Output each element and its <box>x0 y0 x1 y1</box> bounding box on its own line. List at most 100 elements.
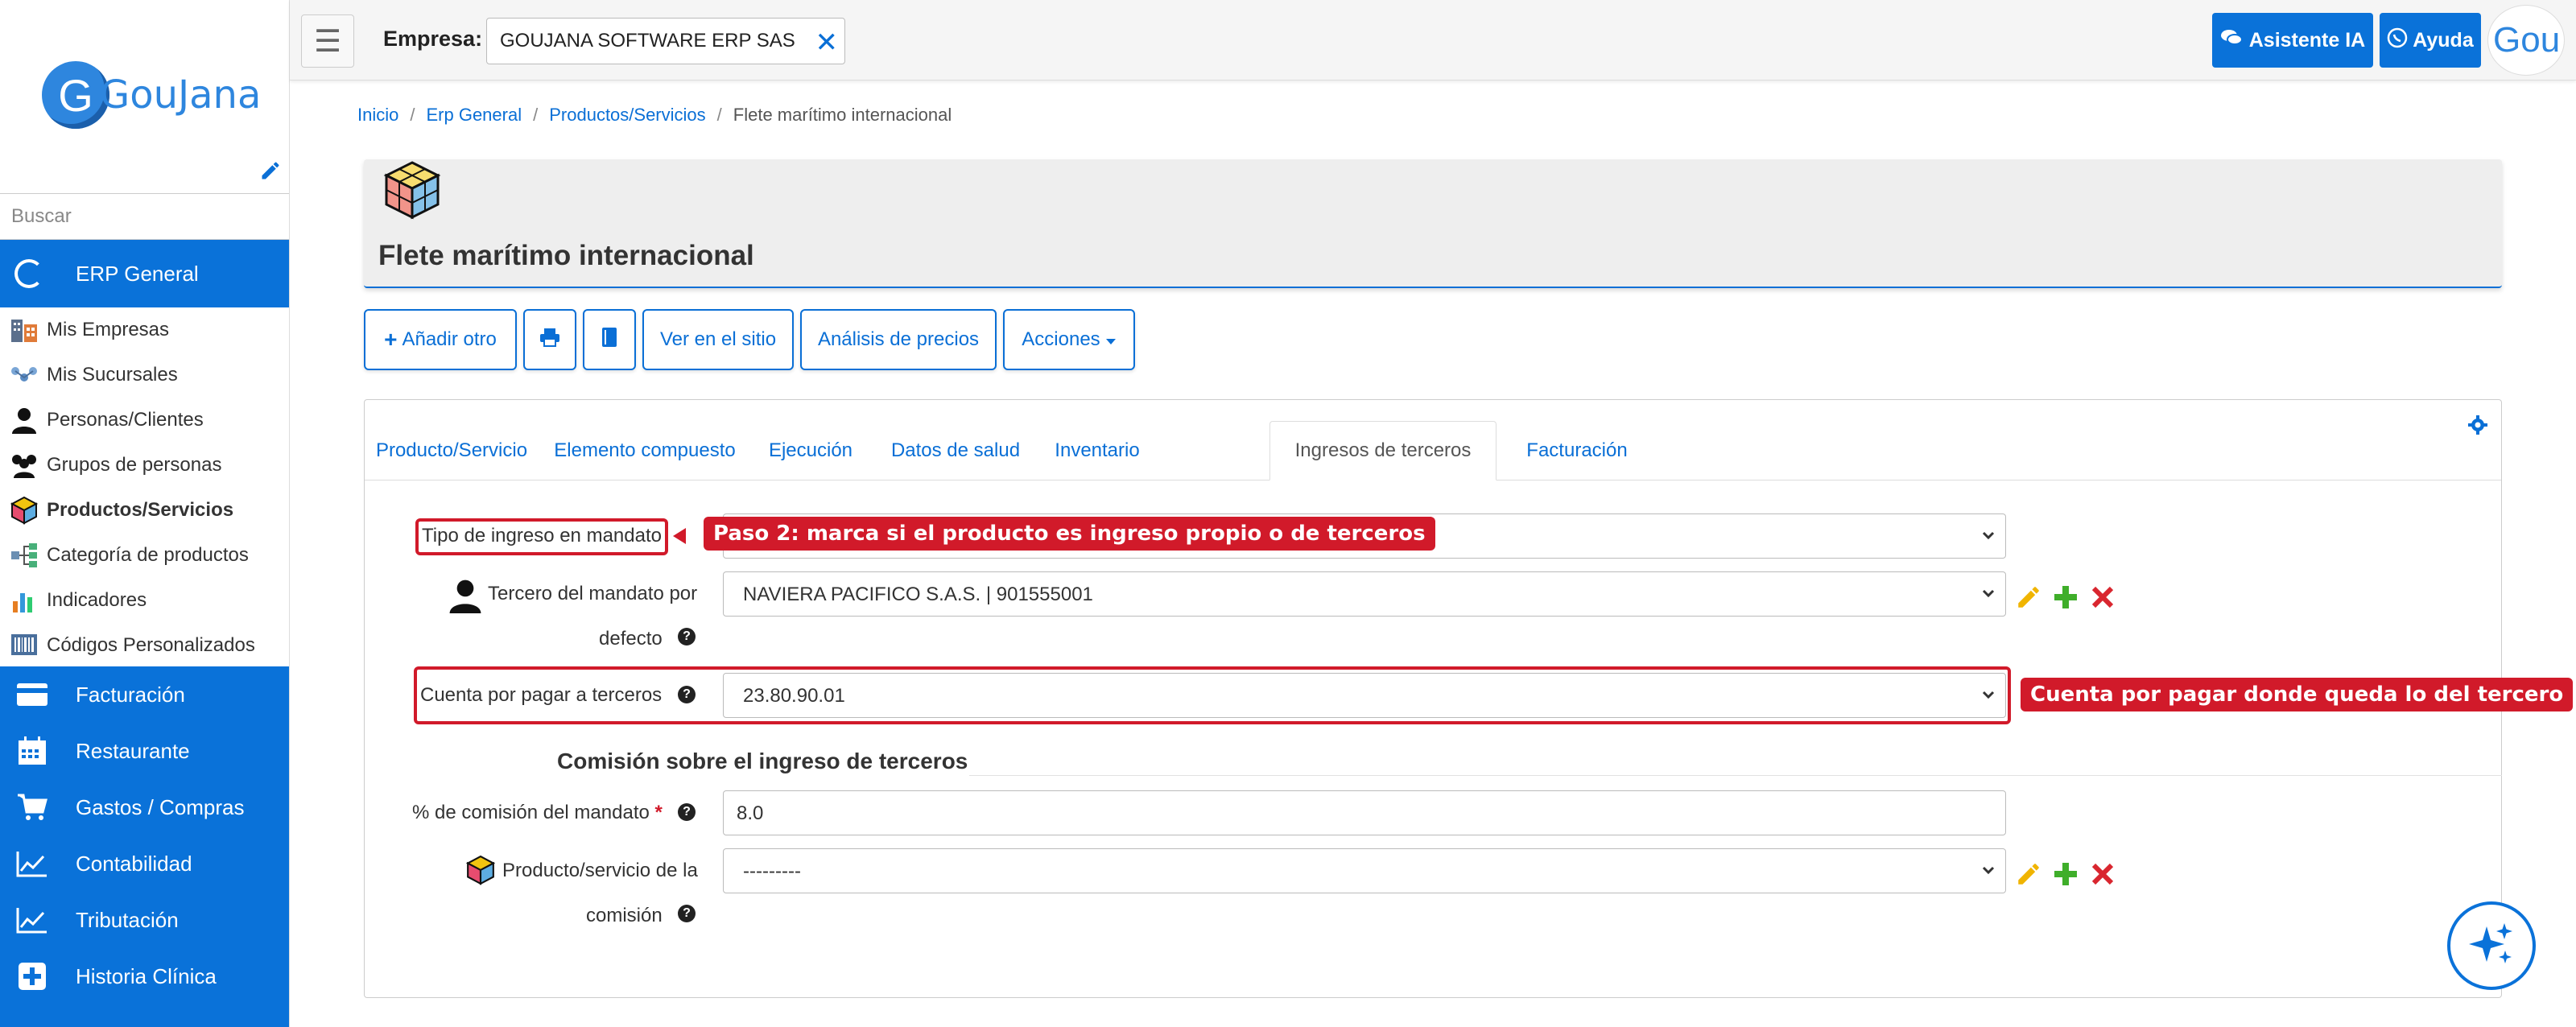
edit-pencil-icon[interactable] <box>2013 858 2045 890</box>
tab-producto-servicio[interactable]: Producto/Servicio <box>373 421 530 481</box>
gear-icon[interactable] <box>2467 415 2488 441</box>
empresa-value: GOUJANA SOFTWARE ERP SAS <box>500 30 795 52</box>
tab-facturacion[interactable]: Facturación <box>1508 421 1646 481</box>
action-bar: + Añadir otro Ver en el sitio Análisis d… <box>364 309 1141 370</box>
add-plus-icon[interactable] <box>2050 581 2082 613</box>
sidebar-item-personas[interactable]: Personas/Clientes <box>0 398 289 443</box>
sidebar-item-label: Categoría de productos <box>47 544 249 566</box>
sidebar-module-label: Restaurante <box>76 738 190 763</box>
tab-elemento-compuesto[interactable]: Elemento compuesto <box>542 421 748 481</box>
sidebar-item-label: Personas/Clientes <box>47 409 204 431</box>
bar-chart-icon <box>8 584 40 617</box>
page-header: Flete marítimo internacional <box>364 159 2502 288</box>
add-another-button[interactable]: + Añadir otro <box>364 309 517 370</box>
avatar[interactable]: Gou <box>2487 5 2565 76</box>
breadcrumb-separator: / <box>716 105 722 125</box>
sparkles-icon <box>2466 918 2517 974</box>
topbar: ☰ Empresa: GOUJANA SOFTWARE ERP SAS ✕ As… <box>290 0 2576 80</box>
tercero-label-line1: Tercero del mandato por <box>488 583 698 604</box>
breadcrumb-link-productos[interactable]: Productos/Servicios <box>549 105 705 125</box>
ayuda-button[interactable]: Ayuda <box>2380 13 2481 68</box>
close-icon[interactable]: ✕ <box>815 27 839 59</box>
sidebar-module-historia[interactable]: Historia Clínica <box>0 948 289 1004</box>
delete-x-icon[interactable] <box>2087 858 2119 890</box>
cuenta-label: Cuenta por pagar a terceros <box>420 684 663 706</box>
sidebar-item-categoria[interactable]: Categoría de productos <box>0 533 289 578</box>
help-icon[interactable]: ? <box>678 686 696 703</box>
callout-cuenta: Cuenta por pagar donde queda lo del terc… <box>2021 678 2574 711</box>
book-button[interactable] <box>583 309 636 370</box>
print-button[interactable] <box>523 309 576 370</box>
comision-input[interactable]: 8.0 <box>723 790 2006 835</box>
plus-square-icon <box>14 959 50 994</box>
sidebar-item-mis-empresas[interactable]: Mis Empresas <box>0 307 289 353</box>
actions-dropdown-button[interactable]: Acciones <box>1003 309 1135 370</box>
sidebar-item-codigos[interactable]: Códigos Personalizados <box>0 623 289 668</box>
breadcrumb-link-inicio[interactable]: Inicio <box>357 105 398 125</box>
sidebar-module-contabilidad[interactable]: Contabilidad <box>0 835 289 892</box>
producto-comision-select[interactable]: --------- <box>723 848 2006 893</box>
tercero-row-actions <box>2013 581 2124 613</box>
add-plus-icon[interactable] <box>2050 858 2082 890</box>
sidebar-module-label: Facturación <box>76 682 185 707</box>
view-on-site-button[interactable]: Ver en el sitio <box>642 309 794 370</box>
chevron-down-icon <box>1981 584 1996 598</box>
line-chart-icon <box>14 902 50 938</box>
sidebar-module-label: ERP General <box>76 261 199 286</box>
breadcrumb-current: Flete marítimo internacional <box>733 105 952 125</box>
product-cube-icon <box>382 159 443 221</box>
card-icon <box>14 677 50 712</box>
delete-x-icon[interactable] <box>2087 581 2119 613</box>
sidebar-item-grupos[interactable]: Grupos de personas <box>0 443 289 488</box>
empresa-select[interactable]: GOUJANA SOFTWARE ERP SAS ✕ <box>486 18 845 64</box>
asistente-ia-button[interactable]: Asistente IA <box>2212 13 2373 68</box>
pencil-icon[interactable] <box>259 159 282 182</box>
help-icon[interactable]: ? <box>678 905 696 922</box>
sidebar-module-restaurante[interactable]: Restaurante <box>0 723 289 779</box>
sidebar-module-gastos[interactable]: Gastos / Compras <box>0 779 289 835</box>
sidebar-module-tributacion[interactable]: Tributación <box>0 892 289 948</box>
logo[interactable]: G GouJana <box>42 61 261 129</box>
plus-icon: + <box>384 327 398 352</box>
tercero-label-line2: defecto <box>599 628 663 650</box>
callout-paso-2: Paso 2: marca si el producto es ingreso … <box>704 517 1435 551</box>
sidebar-item-label: Mis Empresas <box>47 319 170 340</box>
sidebar-item-label: Códigos Personalizados <box>47 634 255 656</box>
tab-ingresos-terceros[interactable]: Ingresos de terceros <box>1269 421 1496 481</box>
asistente-ia-label: Asistente IA <box>2248 28 2366 52</box>
cuenta-select[interactable]: 23.80.90.01 <box>723 673 2006 718</box>
tree-icon <box>8 539 40 571</box>
hamburger-menu-button[interactable]: ☰ <box>301 14 354 68</box>
breadcrumb-link-erp[interactable]: Erp General <box>426 105 522 125</box>
ai-assistant-fab[interactable] <box>2447 901 2536 990</box>
tercero-select[interactable]: NAVIERA PACIFICO S.A.S. | 901555001 <box>723 571 2006 617</box>
sidebar-module-label: Contabilidad <box>76 851 192 876</box>
tercero-value: NAVIERA PACIFICO S.A.S. | 901555001 <box>743 584 1093 605</box>
tab-bar: Producto/Servicio Elemento compuesto Eje… <box>365 400 2501 481</box>
tab-ejecucion[interactable]: Ejecución <box>754 421 867 481</box>
ayuda-label: Ayuda <box>2413 28 2474 52</box>
sidebar-item-label: Productos/Servicios <box>47 499 234 521</box>
price-analysis-button[interactable]: Análisis de precios <box>800 309 997 370</box>
sidebar-module-erp-general[interactable]: ERP General <box>0 240 289 307</box>
tab-datos-salud[interactable]: Datos de salud <box>877 421 1034 481</box>
sidebar-item-mis-sucursales[interactable]: Mis Sucursales <box>0 353 289 398</box>
help-icon[interactable]: ? <box>678 628 696 645</box>
users-icon <box>8 449 40 481</box>
search-input[interactable]: Buscar <box>0 193 289 240</box>
cart-icon <box>14 790 50 825</box>
edit-pencil-icon[interactable] <box>2013 581 2045 613</box>
section-divider <box>969 775 2502 776</box>
breadcrumb-separator: / <box>410 105 415 125</box>
sidebar-module-facturacion[interactable]: Facturación <box>0 666 289 723</box>
add-another-label: Añadir otro <box>402 328 497 350</box>
sidebar-module-label: Historia Clínica <box>76 963 217 988</box>
tab-inventario[interactable]: Inventario <box>1041 421 1154 481</box>
sidebar-item-productos[interactable]: Productos/Servicios <box>0 488 289 533</box>
help-icon[interactable]: ? <box>678 803 696 821</box>
section-title-comision: Comisión sobre el ingreso de terceros <box>557 749 968 773</box>
producto-comision-value: --------- <box>743 860 801 882</box>
user-icon <box>448 578 483 617</box>
chevron-down-icon <box>1981 526 1996 540</box>
sidebar-item-indicadores[interactable]: Indicadores <box>0 578 289 623</box>
